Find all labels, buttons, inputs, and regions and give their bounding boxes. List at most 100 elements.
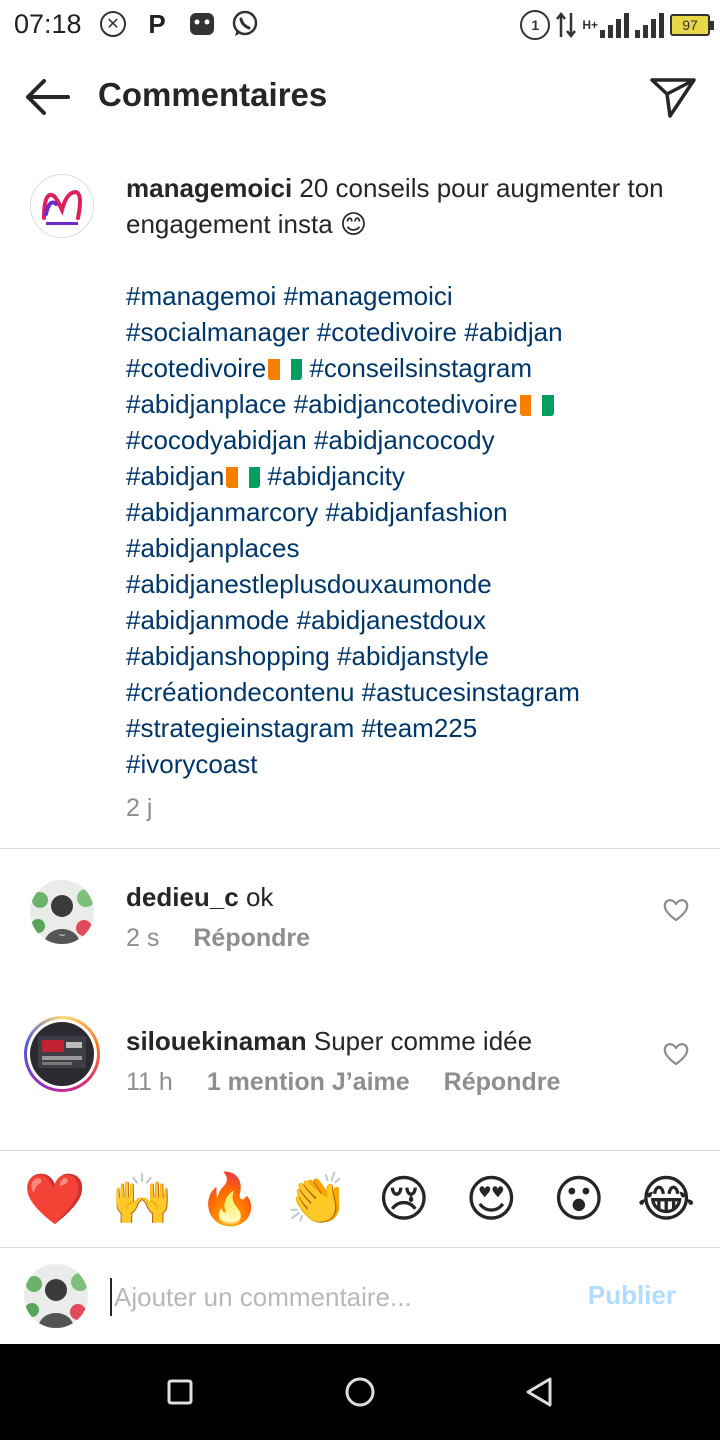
- hashtag-link[interactable]: #abidjanmarcory: [126, 497, 318, 527]
- raised-hands-emoji-button[interactable]: 🙌: [111, 1169, 173, 1229]
- hashtag-line: #abidjanshopping #abidjanstyle: [126, 638, 706, 674]
- system-nav-bar: [0, 1344, 720, 1440]
- hashtag-line: #créationdecontenu #astucesinstagram: [126, 674, 706, 710]
- comment-time: 2 s: [126, 924, 160, 952]
- hashtag-line: #ivorycoast: [126, 746, 706, 782]
- hashtag-link[interactable]: #team225: [362, 713, 478, 743]
- tears-of-joy-emoji-button[interactable]: 😂: [636, 1169, 696, 1229]
- svg-text:~: ~: [58, 931, 66, 941]
- comment-time: 11 h: [126, 1068, 173, 1096]
- post-username[interactable]: managemoici: [126, 173, 292, 203]
- hashtag-line: #abidjanplaces: [126, 530, 706, 566]
- data-arrows-icon: [556, 11, 577, 39]
- avatar[interactable]: [30, 174, 94, 238]
- crying-face-emoji-button[interactable]: 😢: [374, 1169, 434, 1229]
- signal-icon: [600, 12, 629, 38]
- close-circle-icon: ✕: [100, 11, 126, 37]
- hashtag-link[interactable]: #managemoici: [284, 281, 453, 311]
- avatar: [24, 1264, 88, 1328]
- comment-input[interactable]: [110, 1278, 570, 1316]
- fire-emoji-button[interactable]: 🔥: [199, 1169, 261, 1229]
- header: Commentaires: [0, 50, 720, 144]
- hd-voice-icon: 1: [520, 10, 551, 40]
- heart-emoji-button[interactable]: ❤️: [24, 1169, 86, 1229]
- back-arrow-icon[interactable]: [20, 72, 74, 122]
- caption-body: managemoici 20 conseils pour augmenter t…: [126, 170, 706, 826]
- clapping-hands-emoji-button[interactable]: 👏: [286, 1169, 348, 1229]
- hashtag-line: #abidjanplace #abidjancotedivoire: [126, 386, 706, 422]
- hashtag-line: #abidjanestleplusdouxaumonde: [126, 566, 706, 602]
- ivory-coast-flag-icon: [268, 356, 303, 380]
- hashtag-link[interactable]: #cotedivoire: [317, 317, 457, 347]
- signal-icon-2: [635, 12, 664, 38]
- hashtag-link[interactable]: #abidjanshopping: [126, 641, 330, 671]
- hashtag-link[interactable]: #abidjan: [464, 317, 562, 347]
- hashtag-link[interactable]: #abidjanplaces: [126, 533, 299, 563]
- comment-text: dedieu_c ok: [126, 880, 273, 914]
- hashtag-link[interactable]: #abidjanestleplusdouxaumonde: [126, 569, 492, 599]
- comment-meta: 2 s Répondre: [126, 924, 310, 953]
- story-ring[interactable]: [24, 1016, 100, 1092]
- reply-button[interactable]: Répondre: [193, 924, 310, 953]
- hashtag-link[interactable]: #abidjan: [126, 461, 224, 491]
- avatar[interactable]: ~: [30, 880, 94, 944]
- status-bar: 07:18 ✕ P 1 H+ 97: [0, 0, 720, 50]
- hashtag-link[interactable]: #cotedivoire: [126, 353, 266, 383]
- back-triangle-icon[interactable]: [522, 1374, 558, 1410]
- ivory-coast-flag-icon: [519, 392, 554, 416]
- hashtag-link[interactable]: #abidjancocody: [314, 425, 495, 455]
- hashtag-link[interactable]: #abidjanstyle: [337, 641, 489, 671]
- comment-composer: Publier: [0, 1248, 720, 1344]
- hashtag-link[interactable]: #abidjanplace: [126, 389, 286, 419]
- gamepad-icon: [188, 10, 216, 38]
- heart-eyes-emoji-button[interactable]: 😍: [461, 1169, 521, 1229]
- recents-square-icon[interactable]: [162, 1374, 198, 1410]
- reply-button[interactable]: Répondre: [444, 1068, 561, 1097]
- hashtag-link[interactable]: #managemoi: [126, 281, 276, 311]
- heart-icon[interactable]: [662, 1040, 690, 1068]
- hashtag-link[interactable]: #abidjanestdoux: [297, 605, 486, 635]
- send-icon[interactable]: [648, 72, 698, 122]
- comment-text: silouekinaman Super comme idée: [126, 1024, 532, 1058]
- hashtag-line: #strategieinstagram #team225: [126, 710, 706, 746]
- whatsapp-icon: [230, 10, 260, 38]
- comment-body: ok: [245, 882, 274, 912]
- ivory-coast-flag-icon: [226, 464, 261, 488]
- publish-button[interactable]: Publier: [588, 1280, 676, 1311]
- hashtag-line: #abidjan #abidjancity: [126, 458, 706, 494]
- likes-count[interactable]: 1 mention J’aime: [207, 1068, 410, 1097]
- hashtag-line: #managemoi #managemoici: [126, 278, 706, 314]
- hashtag-link[interactable]: #abidjancotedivoire: [294, 389, 518, 419]
- hashtag-link[interactable]: #cocodyabidjan: [126, 425, 307, 455]
- surprised-face-emoji-button[interactable]: 😮: [549, 1169, 609, 1229]
- hashtag-line: #abidjanmarcory #abidjanfashion: [126, 494, 706, 530]
- hashtag-line: #cocodyabidjan #abidjancocody: [126, 422, 706, 458]
- hashtag-link[interactable]: #ivorycoast: [126, 749, 258, 779]
- hashtag-link[interactable]: #strategieinstagram: [126, 713, 354, 743]
- network-type-label: H+: [582, 18, 598, 32]
- hashtag-link[interactable]: #astucesinstagram: [362, 677, 580, 707]
- hashtag-link[interactable]: #socialmanager: [126, 317, 310, 347]
- p-icon: P: [148, 8, 166, 39]
- heart-icon[interactable]: [662, 896, 690, 924]
- post-time: 2 j: [126, 794, 153, 822]
- comment-item: silouekinaman Super comme idée 11 h 1 me…: [0, 1016, 720, 1124]
- hashtag-link[interactable]: #abidjanmode: [126, 605, 289, 635]
- hashtag-link[interactable]: #conseilsinstagram: [309, 353, 532, 383]
- battery-icon: 97: [670, 14, 714, 36]
- hashtag-link[interactable]: #abidjanfashion: [325, 497, 507, 527]
- comment-item: ~ dedieu_c ok 2 s Répondre: [0, 880, 720, 980]
- hashtag-link[interactable]: #créationdecontenu: [126, 677, 354, 707]
- page-title: Commentaires: [98, 76, 328, 113]
- hashtag-line: #socialmanager #cotedivoire #abidjan: [126, 314, 706, 350]
- home-circle-icon[interactable]: [342, 1374, 378, 1410]
- status-time: 07:18: [14, 9, 82, 39]
- emoji-reaction-bar: ❤️ 🙌 🔥 👏 😢 😍 😮 😂: [0, 1150, 720, 1248]
- comment-username[interactable]: silouekinaman: [126, 1026, 307, 1056]
- hashtag-line: #abidjanmode #abidjanestdoux: [126, 602, 706, 638]
- comment-username[interactable]: dedieu_c: [126, 882, 239, 912]
- hashtag-block: #managemoi #managemoici #socialmanager #c…: [126, 278, 706, 782]
- hashtag-link[interactable]: #abidjancity: [268, 461, 405, 491]
- comment-body: Super comme idée: [313, 1026, 533, 1056]
- avatar[interactable]: [30, 1022, 94, 1086]
